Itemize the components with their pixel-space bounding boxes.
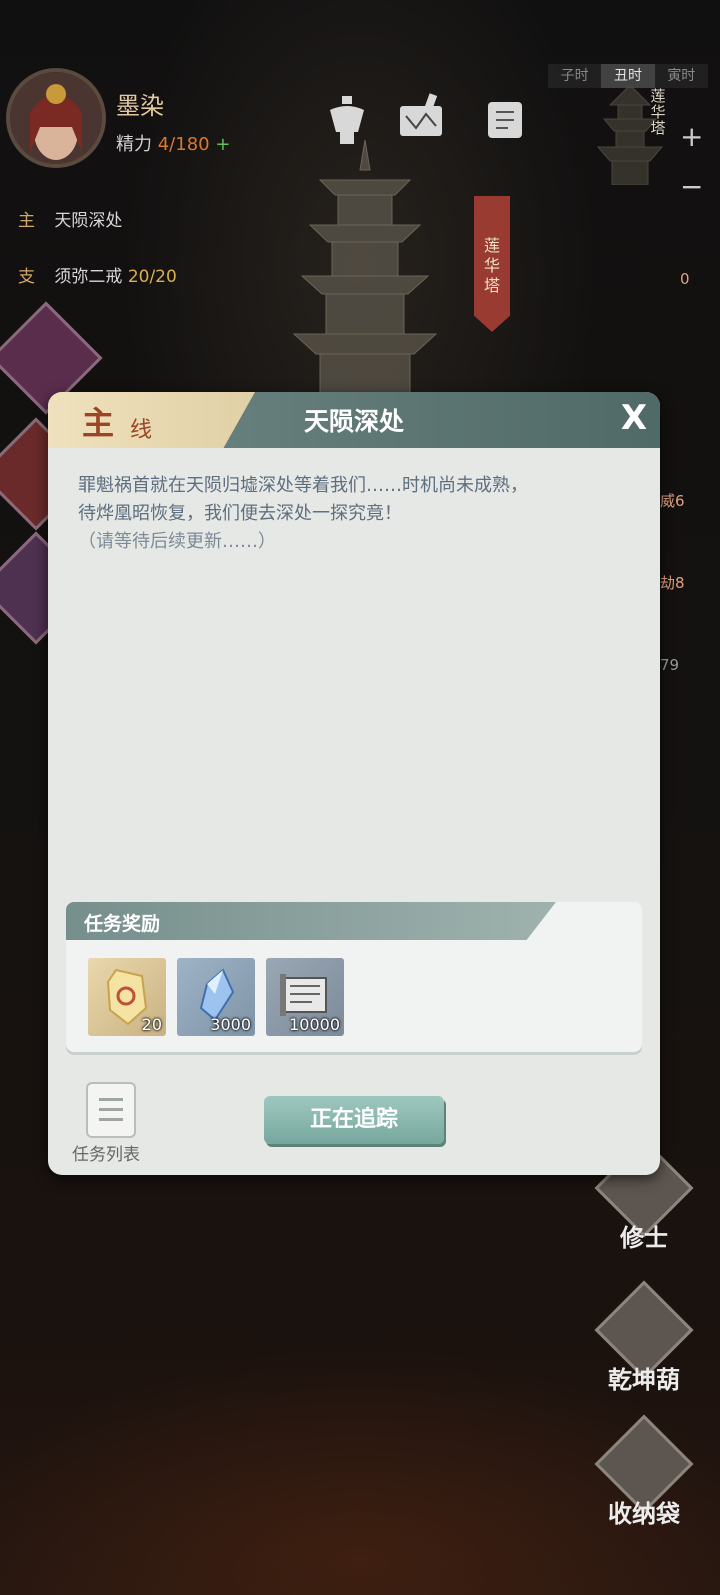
reward-panel: 任务奖励 20 3000 10000 bbox=[66, 902, 642, 1052]
description-line: 罪魁祸首就在天陨归墟深处等着我们……时机尚未成熟， bbox=[78, 475, 528, 496]
modal-title: 天陨深处 bbox=[303, 407, 404, 436]
player-name: 墨染 bbox=[116, 92, 164, 120]
time-yin: 寅时 bbox=[667, 68, 696, 84]
badge-zero: 0 bbox=[680, 270, 690, 288]
badge-2: 劫8 bbox=[660, 574, 685, 592]
main-quest-tracker[interactable]: 主 天陨深处 bbox=[18, 206, 122, 231]
storage-bag-label: 收纳袋 bbox=[608, 1500, 680, 1528]
modal-header: 主 线 天陨深处 X bbox=[48, 392, 660, 448]
gourd-label: 乾坤葫 bbox=[608, 1366, 680, 1394]
tower-char: 华 bbox=[650, 103, 666, 121]
cultivator-label: 修士 bbox=[620, 1224, 668, 1252]
tower-label-vertical: 莲 华 塔 bbox=[646, 88, 670, 136]
scroll-icon[interactable] bbox=[480, 92, 530, 146]
incense-burner-icon[interactable] bbox=[322, 92, 372, 146]
side-quest-name: 须弥二戒 bbox=[54, 267, 123, 287]
reward-scroll[interactable]: 10000 bbox=[266, 958, 344, 1036]
tower-char: 塔 bbox=[650, 119, 666, 137]
reward-blue-crystal[interactable]: 3000 bbox=[177, 958, 255, 1036]
tower-char: 莲 bbox=[650, 87, 666, 105]
energy-value: 4/180 bbox=[157, 134, 210, 155]
reward-qty: 10000 bbox=[289, 1015, 340, 1034]
time-chou: 丑时 bbox=[601, 64, 655, 88]
tracking-button[interactable]: 正在追踪 bbox=[264, 1096, 444, 1144]
quest-description: 罪魁祸首就在天陨归墟深处等着我们……时机尚未成熟， 待烨凰昭恢复，我们便去深处一… bbox=[78, 472, 638, 556]
map-scroll-icon[interactable] bbox=[396, 92, 446, 146]
main-quest-name: 天陨深处 bbox=[54, 211, 123, 231]
zoom-out-button[interactable]: − bbox=[680, 170, 703, 203]
zoom-in-button[interactable]: + bbox=[680, 120, 703, 153]
badge-3: 79 bbox=[660, 656, 680, 674]
side-quest-count: 20/20 bbox=[127, 267, 177, 287]
time-zi: 子时 bbox=[560, 68, 589, 84]
player-avatar[interactable] bbox=[6, 68, 106, 168]
quest-list-label: 任务列表 bbox=[72, 1145, 140, 1165]
quest-detail-modal: 主 线 天陨深处 X 罪魁祸首就在天陨归墟深处等着我们……时机尚未成熟， 待烨凰… bbox=[48, 392, 660, 1175]
energy-display: 精力 4/180 + bbox=[116, 130, 230, 156]
banner-char: 莲 bbox=[483, 236, 500, 255]
energy-add-button[interactable]: + bbox=[215, 134, 230, 155]
side-quest-tag: 支 bbox=[18, 267, 35, 287]
description-note: （请等待后续更新……） bbox=[78, 531, 276, 552]
description-line: 待烨凰昭恢复，我们便去深处一探究竟！ bbox=[78, 503, 402, 524]
side-quest-tracker[interactable]: 支 须弥二戒 20/20 bbox=[18, 262, 177, 287]
reward-amber-gem[interactable]: 20 bbox=[88, 958, 166, 1036]
reward-qty: 3000 bbox=[210, 1015, 251, 1034]
badge-1: 威6 bbox=[660, 492, 685, 510]
quest-list-button[interactable] bbox=[86, 1082, 136, 1138]
energy-label: 精力 bbox=[116, 134, 152, 155]
reward-title: 任务奖励 bbox=[84, 913, 161, 935]
main-quest-tag: 主 bbox=[18, 211, 35, 231]
time-of-day-bar: 子时 丑时 寅时 bbox=[548, 64, 708, 88]
close-button[interactable]: X bbox=[614, 398, 654, 438]
banner-char: 塔 bbox=[483, 276, 500, 295]
banner-char: 华 bbox=[483, 256, 500, 275]
reward-qty: 20 bbox=[141, 1015, 162, 1034]
banner-label: 莲 华 塔 bbox=[474, 236, 510, 296]
